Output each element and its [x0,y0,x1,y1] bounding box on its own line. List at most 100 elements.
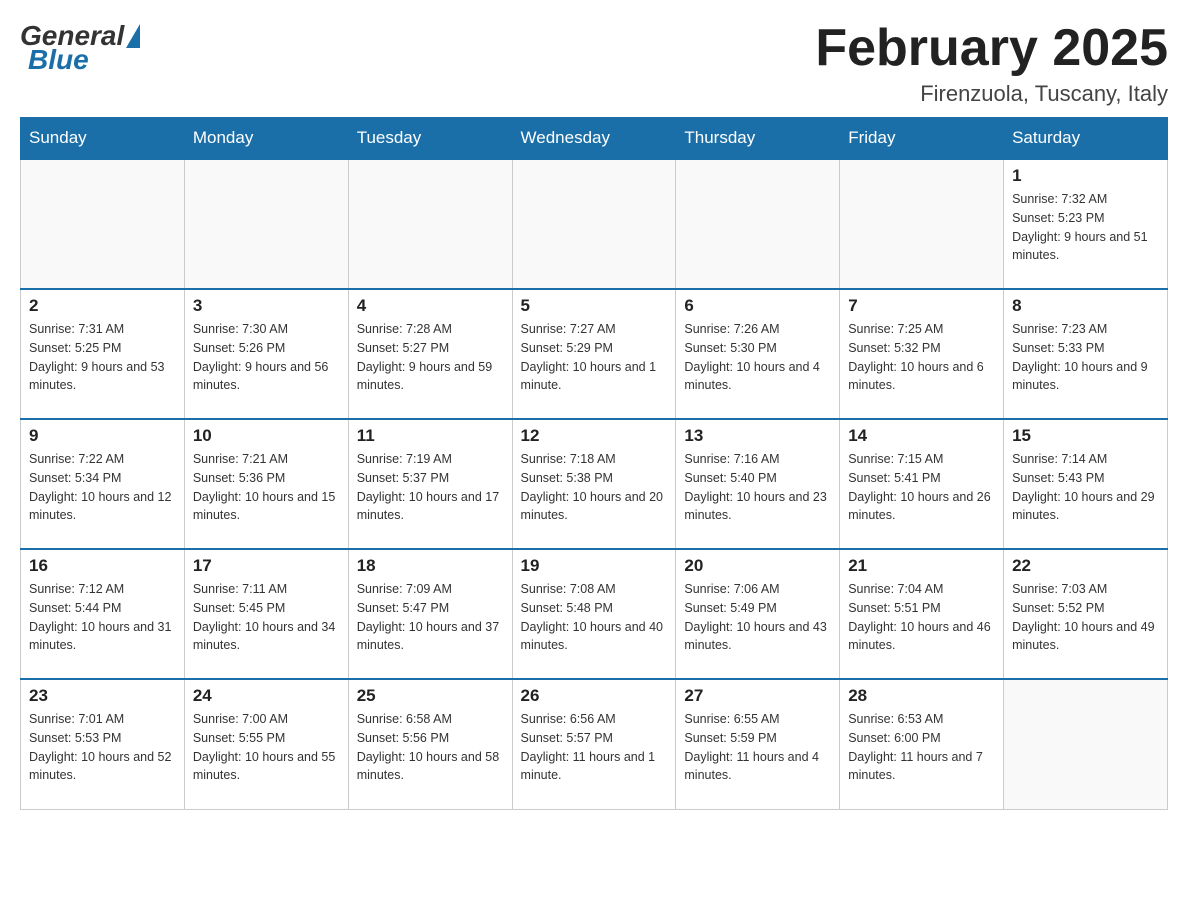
day-number: 11 [357,426,504,446]
day-number: 27 [684,686,831,706]
weekday-header-row: SundayMondayTuesdayWednesdayThursdayFrid… [21,118,1168,160]
day-number: 26 [521,686,668,706]
title-block: February 2025 Firenzuola, Tuscany, Italy [815,20,1168,107]
day-info: Sunrise: 7:03 AMSunset: 5:52 PMDaylight:… [1012,580,1159,655]
day-number: 14 [848,426,995,446]
day-info: Sunrise: 7:30 AMSunset: 5:26 PMDaylight:… [193,320,340,395]
day-info: Sunrise: 7:18 AMSunset: 5:38 PMDaylight:… [521,450,668,525]
calendar-cell: 26 Sunrise: 6:56 AMSunset: 5:57 PMDayligh… [512,679,676,809]
calendar-cell: 1 Sunrise: 7:32 AMSunset: 5:23 PMDaylight… [1004,159,1168,289]
day-number: 23 [29,686,176,706]
day-number: 1 [1012,166,1159,186]
day-info: Sunrise: 7:16 AMSunset: 5:40 PMDaylight:… [684,450,831,525]
logo: General Blue [20,20,140,76]
day-info: Sunrise: 7:14 AMSunset: 5:43 PMDaylight:… [1012,450,1159,525]
calendar-cell: 22 Sunrise: 7:03 AMSunset: 5:52 PMDayligh… [1004,549,1168,679]
day-info: Sunrise: 7:11 AMSunset: 5:45 PMDaylight:… [193,580,340,655]
day-info: Sunrise: 7:19 AMSunset: 5:37 PMDaylight:… [357,450,504,525]
day-number: 10 [193,426,340,446]
weekday-header-thursday: Thursday [676,118,840,160]
calendar-cell [676,159,840,289]
day-info: Sunrise: 6:58 AMSunset: 5:56 PMDaylight:… [357,710,504,785]
calendar-table: SundayMondayTuesdayWednesdayThursdayFrid… [20,117,1168,810]
day-number: 22 [1012,556,1159,576]
location-subtitle: Firenzuola, Tuscany, Italy [815,81,1168,107]
day-number: 25 [357,686,504,706]
day-info: Sunrise: 7:28 AMSunset: 5:27 PMDaylight:… [357,320,504,395]
day-info: Sunrise: 7:31 AMSunset: 5:25 PMDaylight:… [29,320,176,395]
calendar-cell: 28Sunrise: 6:53 AMSunset: 6:00 PMDayligh… [840,679,1004,809]
day-number: 15 [1012,426,1159,446]
day-number: 7 [848,296,995,316]
day-number: 6 [684,296,831,316]
day-number: 5 [521,296,668,316]
logo-triangle-icon [126,24,140,48]
day-number: 20 [684,556,831,576]
calendar-cell: 25 Sunrise: 6:58 AMSunset: 5:56 PMDayligh… [348,679,512,809]
day-number: 28 [848,686,995,706]
day-number: 24 [193,686,340,706]
day-number: 18 [357,556,504,576]
day-number: 2 [29,296,176,316]
day-info: Sunrise: 7:08 AMSunset: 5:48 PMDaylight:… [521,580,668,655]
day-info: Sunrise: 6:55 AMSunset: 5:59 PMDaylight:… [684,710,831,785]
day-info: Sunrise: 7:01 AMSunset: 5:53 PMDaylight:… [29,710,176,785]
calendar-cell: 27 Sunrise: 6:55 AMSunset: 5:59 PMDayligh… [676,679,840,809]
day-info: Sunrise: 7:27 AMSunset: 5:29 PMDaylight:… [521,320,668,395]
day-info: Sunrise: 7:32 AMSunset: 5:23 PMDaylight:… [1012,190,1159,265]
calendar-cell: 6 Sunrise: 7:26 AMSunset: 5:30 PMDaylight… [676,289,840,419]
weekday-header-wednesday: Wednesday [512,118,676,160]
calendar-cell [348,159,512,289]
week-row-5: 23 Sunrise: 7:01 AMSunset: 5:53 PMDayligh… [21,679,1168,809]
day-info: Sunrise: 7:00 AMSunset: 5:55 PMDaylight:… [193,710,340,785]
calendar-cell: 4 Sunrise: 7:28 AMSunset: 5:27 PMDaylight… [348,289,512,419]
day-info: Sunrise: 7:21 AMSunset: 5:36 PMDaylight:… [193,450,340,525]
calendar-cell: 13Sunrise: 7:16 AMSunset: 5:40 PMDayligh… [676,419,840,549]
calendar-cell: 18 Sunrise: 7:09 AMSunset: 5:47 PMDayligh… [348,549,512,679]
day-info: Sunrise: 7:26 AMSunset: 5:30 PMDaylight:… [684,320,831,395]
day-info: Sunrise: 7:12 AMSunset: 5:44 PMDaylight:… [29,580,176,655]
calendar-cell [21,159,185,289]
day-number: 16 [29,556,176,576]
logo-blue-text: Blue [24,44,89,76]
calendar-cell: 10 Sunrise: 7:21 AMSunset: 5:36 PMDayligh… [184,419,348,549]
day-info: Sunrise: 7:15 AMSunset: 5:41 PMDaylight:… [848,450,995,525]
calendar-cell: 11 Sunrise: 7:19 AMSunset: 5:37 PMDayligh… [348,419,512,549]
calendar-cell: 3 Sunrise: 7:30 AMSunset: 5:26 PMDaylight… [184,289,348,419]
day-number: 4 [357,296,504,316]
calendar-cell: 12 Sunrise: 7:18 AMSunset: 5:38 PMDayligh… [512,419,676,549]
weekday-header-tuesday: Tuesday [348,118,512,160]
calendar-cell: 21Sunrise: 7:04 AMSunset: 5:51 PMDayligh… [840,549,1004,679]
calendar-cell: 5 Sunrise: 7:27 AMSunset: 5:29 PMDaylight… [512,289,676,419]
day-info: Sunrise: 7:09 AMSunset: 5:47 PMDaylight:… [357,580,504,655]
calendar-cell: 7 Sunrise: 7:25 AMSunset: 5:32 PMDaylight… [840,289,1004,419]
day-info: Sunrise: 6:56 AMSunset: 5:57 PMDaylight:… [521,710,668,785]
calendar-cell: 14 Sunrise: 7:15 AMSunset: 5:41 PMDayligh… [840,419,1004,549]
month-year-title: February 2025 [815,20,1168,77]
weekday-header-saturday: Saturday [1004,118,1168,160]
week-row-2: 2 Sunrise: 7:31 AMSunset: 5:25 PMDaylight… [21,289,1168,419]
day-number: 3 [193,296,340,316]
day-number: 9 [29,426,176,446]
calendar-cell: 17Sunrise: 7:11 AMSunset: 5:45 PMDayligh… [184,549,348,679]
weekday-header-sunday: Sunday [21,118,185,160]
day-info: Sunrise: 7:06 AMSunset: 5:49 PMDaylight:… [684,580,831,655]
calendar-cell: 9Sunrise: 7:22 AMSunset: 5:34 PMDaylight… [21,419,185,549]
calendar-cell: 8 Sunrise: 7:23 AMSunset: 5:33 PMDaylight… [1004,289,1168,419]
week-row-4: 16 Sunrise: 7:12 AMSunset: 5:44 PMDayligh… [21,549,1168,679]
weekday-header-friday: Friday [840,118,1004,160]
day-number: 8 [1012,296,1159,316]
calendar-cell: 23 Sunrise: 7:01 AMSunset: 5:53 PMDayligh… [21,679,185,809]
calendar-cell: 20 Sunrise: 7:06 AMSunset: 5:49 PMDayligh… [676,549,840,679]
day-info: Sunrise: 7:23 AMSunset: 5:33 PMDaylight:… [1012,320,1159,395]
day-info: Sunrise: 7:25 AMSunset: 5:32 PMDaylight:… [848,320,995,395]
weekday-header-monday: Monday [184,118,348,160]
calendar-cell [840,159,1004,289]
calendar-cell [512,159,676,289]
calendar-cell [1004,679,1168,809]
day-number: 21 [848,556,995,576]
day-number: 12 [521,426,668,446]
calendar-cell [184,159,348,289]
calendar-cell: 24 Sunrise: 7:00 AMSunset: 5:55 PMDayligh… [184,679,348,809]
day-number: 19 [521,556,668,576]
